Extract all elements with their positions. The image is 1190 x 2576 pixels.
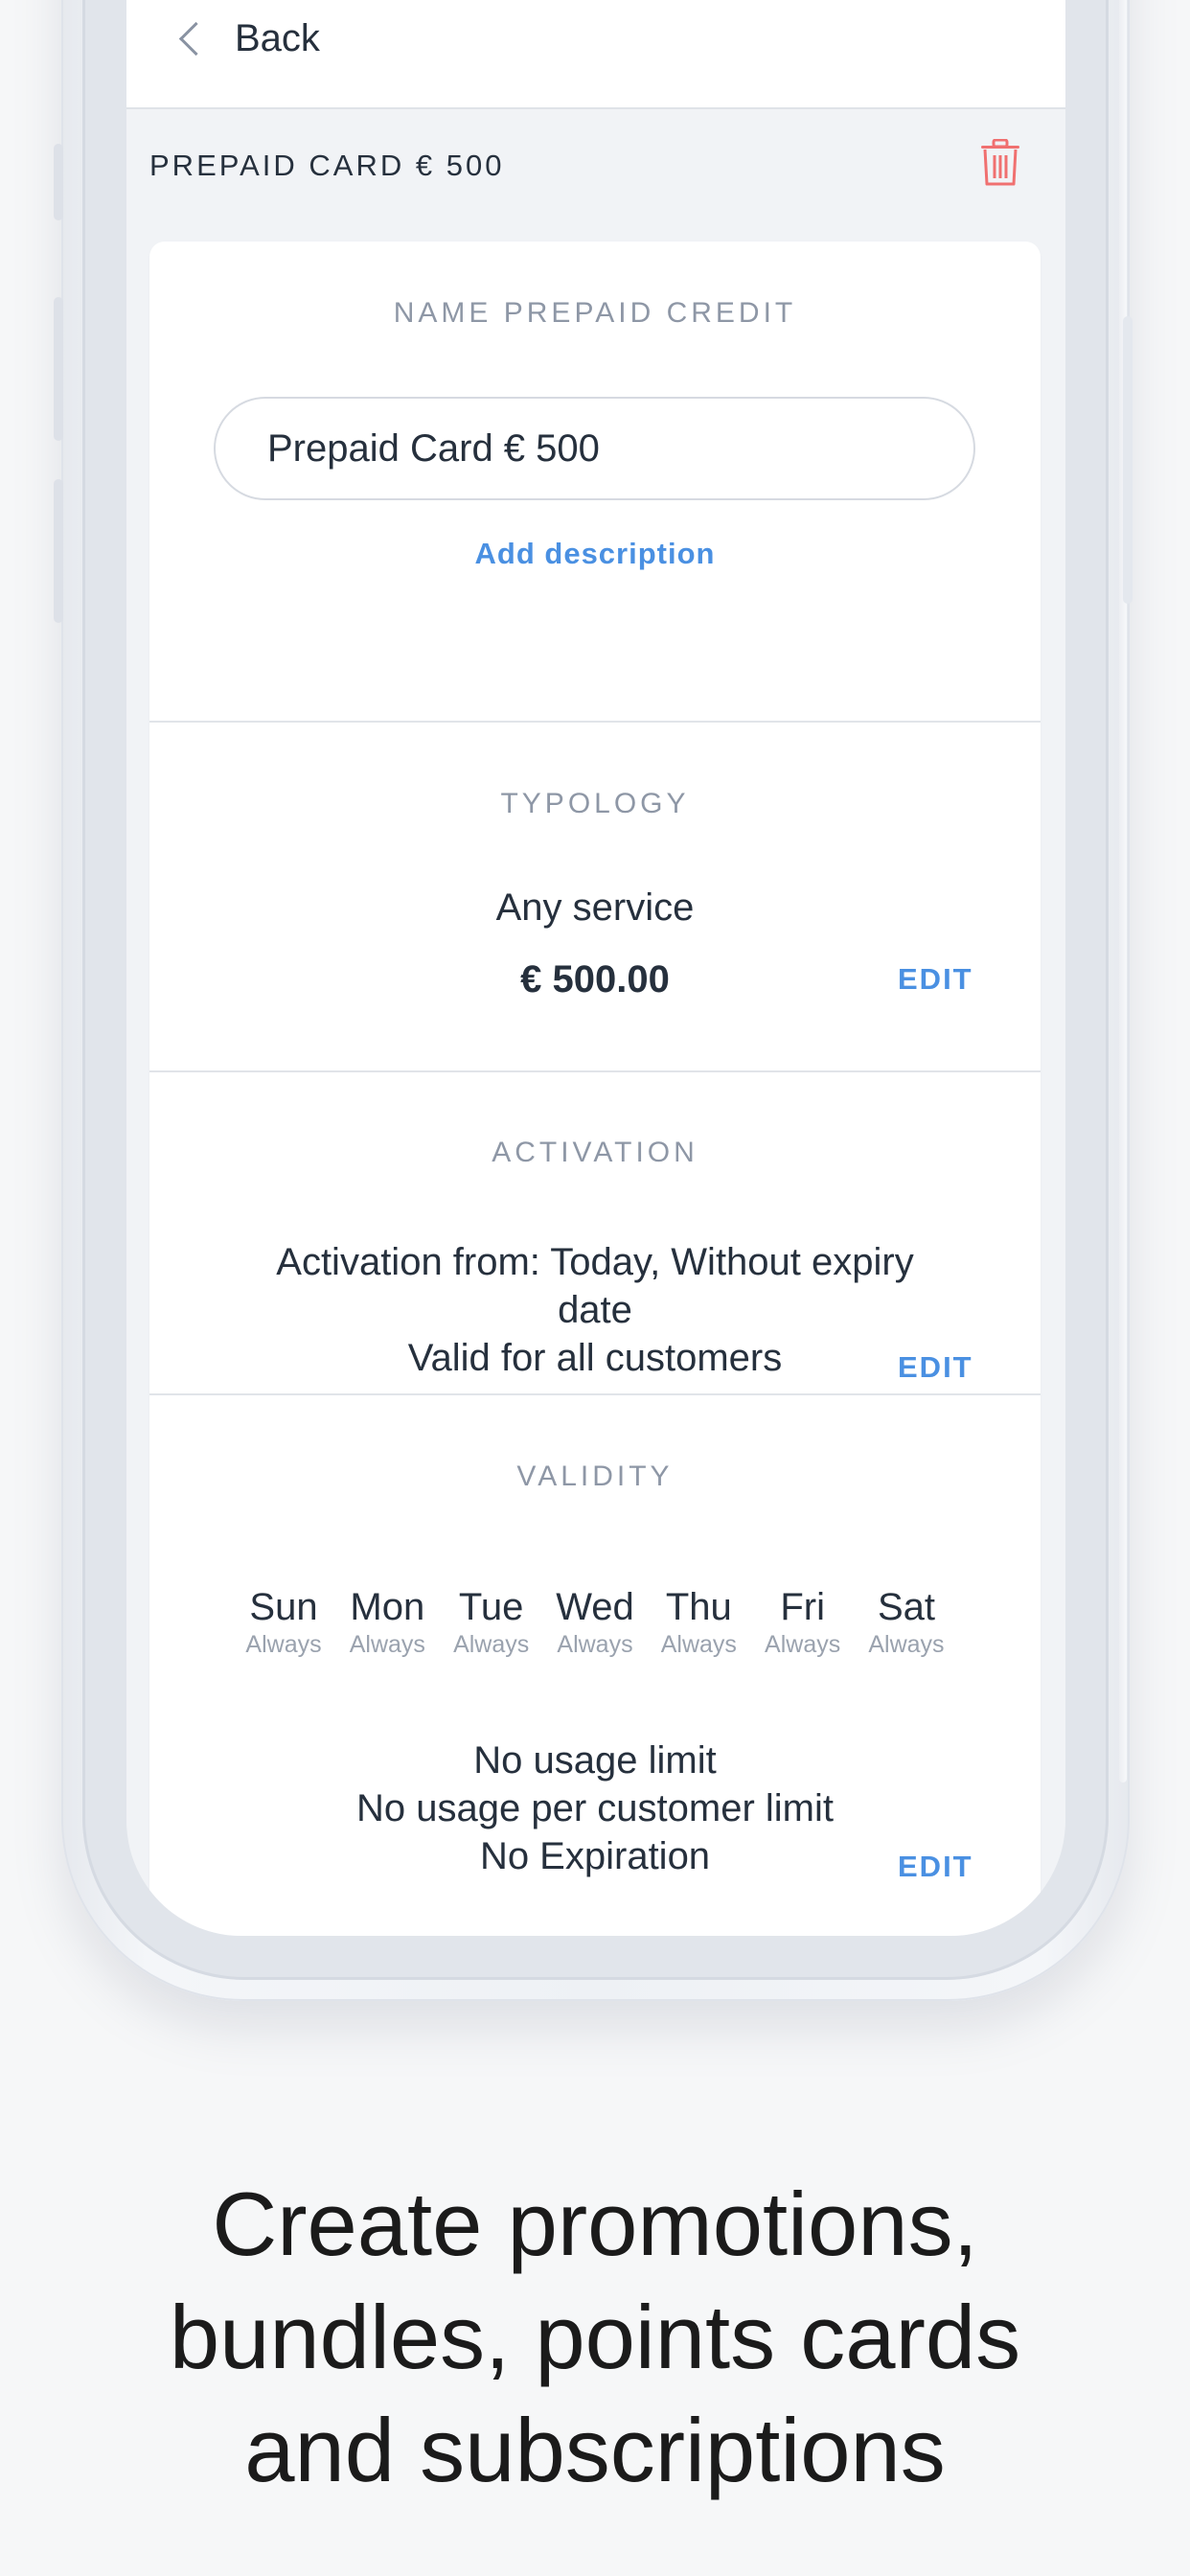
day-name: Sun: [249, 1586, 318, 1628]
navbar: Back: [126, 0, 1065, 109]
validity-edit-link[interactable]: EDIT: [898, 1850, 973, 1884]
day-availability: Always: [453, 1631, 530, 1658]
weekday-fri: Fri Always: [755, 1585, 851, 1660]
validity-section-label: VALIDITY: [516, 1460, 674, 1492]
weekday-mon: Mon Always: [339, 1585, 435, 1660]
back-button[interactable]: Back: [174, 10, 320, 67]
activation-line-1: Activation from: Today, Without expiry: [276, 1241, 914, 1283]
phone-power-button: [1123, 316, 1133, 604]
chevron-left-icon: [178, 21, 214, 56]
tagline-line-3: and subscriptions: [244, 2400, 946, 2500]
typology-section-label: TYPOLOGY: [500, 788, 690, 819]
usage-limit-text: No usage limit: [473, 1739, 717, 1782]
phone-back-edge: [1119, 0, 1127, 1782]
typology-service: Any service: [495, 886, 695, 929]
weekday-list: Sun Always Mon Always Tue Always Wed Alw…: [236, 1585, 954, 1660]
day-name: Wed: [556, 1586, 634, 1628]
name-section-label: NAME PREPAID CREDIT: [393, 297, 797, 329]
divider: [149, 1070, 1041, 1072]
app-screen: Back PREPAID CARD € 500 NAME PREPAID CRE…: [126, 0, 1065, 1936]
activation-line-2: date: [558, 1289, 632, 1331]
day-name: Fri: [780, 1586, 825, 1628]
day-availability: Always: [868, 1631, 945, 1658]
phone-silent-switch: [54, 144, 63, 220]
name-input[interactable]: [214, 397, 975, 500]
trash-icon[interactable]: [979, 139, 1021, 187]
add-description-link[interactable]: Add description: [149, 537, 1041, 571]
day-name: Sat: [877, 1586, 935, 1628]
customer-limit-text: No usage per customer limit: [356, 1787, 834, 1829]
divider: [149, 721, 1041, 723]
day-availability: Always: [349, 1631, 425, 1658]
day-name: Tue: [458, 1586, 524, 1628]
back-label: Back: [235, 16, 320, 59]
day-availability: Always: [245, 1631, 322, 1658]
tagline-line-1: Create promotions,: [212, 2174, 978, 2274]
divider: [149, 1393, 1041, 1395]
activation-edit-link[interactable]: EDIT: [898, 1350, 973, 1385]
phone-volume-up: [54, 297, 63, 441]
weekday-tue: Tue Always: [444, 1585, 539, 1660]
tagline-line-2: bundles, points cards: [169, 2287, 1021, 2387]
prepaid-card-form: NAME PREPAID CREDIT Add description TYPO…: [149, 242, 1041, 1936]
day-availability: Always: [660, 1631, 737, 1658]
weekday-wed: Wed Always: [547, 1585, 643, 1660]
day-availability: Always: [765, 1631, 841, 1658]
page-title: PREPAID CARD € 500: [149, 149, 505, 182]
weekday-thu: Thu Always: [651, 1585, 746, 1660]
day-availability: Always: [557, 1631, 633, 1658]
activation-section-label: ACTIVATION: [492, 1137, 698, 1168]
day-name: Mon: [350, 1586, 425, 1628]
day-name: Thu: [665, 1586, 732, 1628]
phone-volume-down: [54, 479, 63, 623]
typology-edit-link[interactable]: EDIT: [898, 962, 973, 997]
marketing-tagline: Create promotions, bundles, points cards…: [0, 2168, 1190, 2507]
weekday-sat: Sat Always: [858, 1585, 954, 1660]
weekday-sun: Sun Always: [236, 1585, 332, 1660]
